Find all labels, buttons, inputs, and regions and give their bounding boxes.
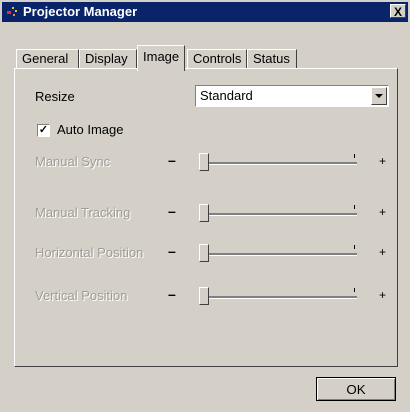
manual-tracking-slider-thumb[interactable] [199,204,209,222]
manual-tracking-slider[interactable] [199,204,357,222]
tab-display[interactable]: Display [79,49,137,69]
plus-icon: + [379,205,387,219]
minus-icon: – [168,286,176,302]
projector-manager-window: Projector Manager X General Display Imag… [0,0,410,412]
ok-button[interactable]: OK [316,377,396,401]
image-tab-panel: Resize Standard ✓ Auto Image Manual Sync… [14,68,398,367]
plus-icon: + [379,245,387,259]
plus-icon: + [379,288,387,302]
slider-tick [354,154,355,158]
manual-sync-slider-thumb[interactable] [199,153,209,171]
resize-dropdown-button[interactable] [371,87,387,105]
auto-image-label: Auto Image [57,122,124,137]
chevron-down-icon [375,94,383,98]
manual-sync-slider[interactable] [199,153,357,171]
manual-tracking-label: Manual Tracking [35,205,131,220]
horizontal-position-slider-thumb[interactable] [199,244,209,262]
resize-select-value: Standard [200,88,253,103]
title-bar[interactable]: Projector Manager X [2,2,408,22]
tab-general[interactable]: General [16,49,79,69]
minus-icon: – [168,203,176,219]
auto-image-checkbox[interactable]: ✓ [37,124,50,137]
resize-label: Resize [35,89,75,104]
slider-tick [354,288,355,292]
minus-icon: – [168,243,176,259]
close-icon: X [393,5,402,19]
vertical-position-slider-row: Vertical Position – + [15,284,399,308]
minus-icon: – [168,152,176,168]
tab-controls[interactable]: Controls [187,49,247,69]
horizontal-position-slider[interactable] [199,244,357,262]
vertical-position-slider[interactable] [199,287,357,305]
slider-tick [354,205,355,209]
tab-image[interactable]: Image [137,45,185,71]
manual-sync-label: Manual Sync [35,154,111,169]
manual-tracking-slider-row: Manual Tracking – + [15,201,399,225]
horizontal-position-label: Horizontal Position [35,245,144,260]
close-button[interactable]: X [390,4,406,19]
horizontal-position-slider-row: Horizontal Position – + [15,241,399,265]
window-title: Projector Manager [23,4,138,19]
plus-icon: + [379,154,387,168]
vertical-position-label: Vertical Position [35,288,128,303]
check-icon: ✓ [38,124,49,136]
slider-tick [354,245,355,249]
vertical-position-slider-thumb[interactable] [199,287,209,305]
tab-status[interactable]: Status [247,49,297,69]
projector-icon [6,5,20,19]
manual-sync-slider-row: Manual Sync – + [15,150,399,174]
resize-select[interactable]: Standard [195,85,389,107]
